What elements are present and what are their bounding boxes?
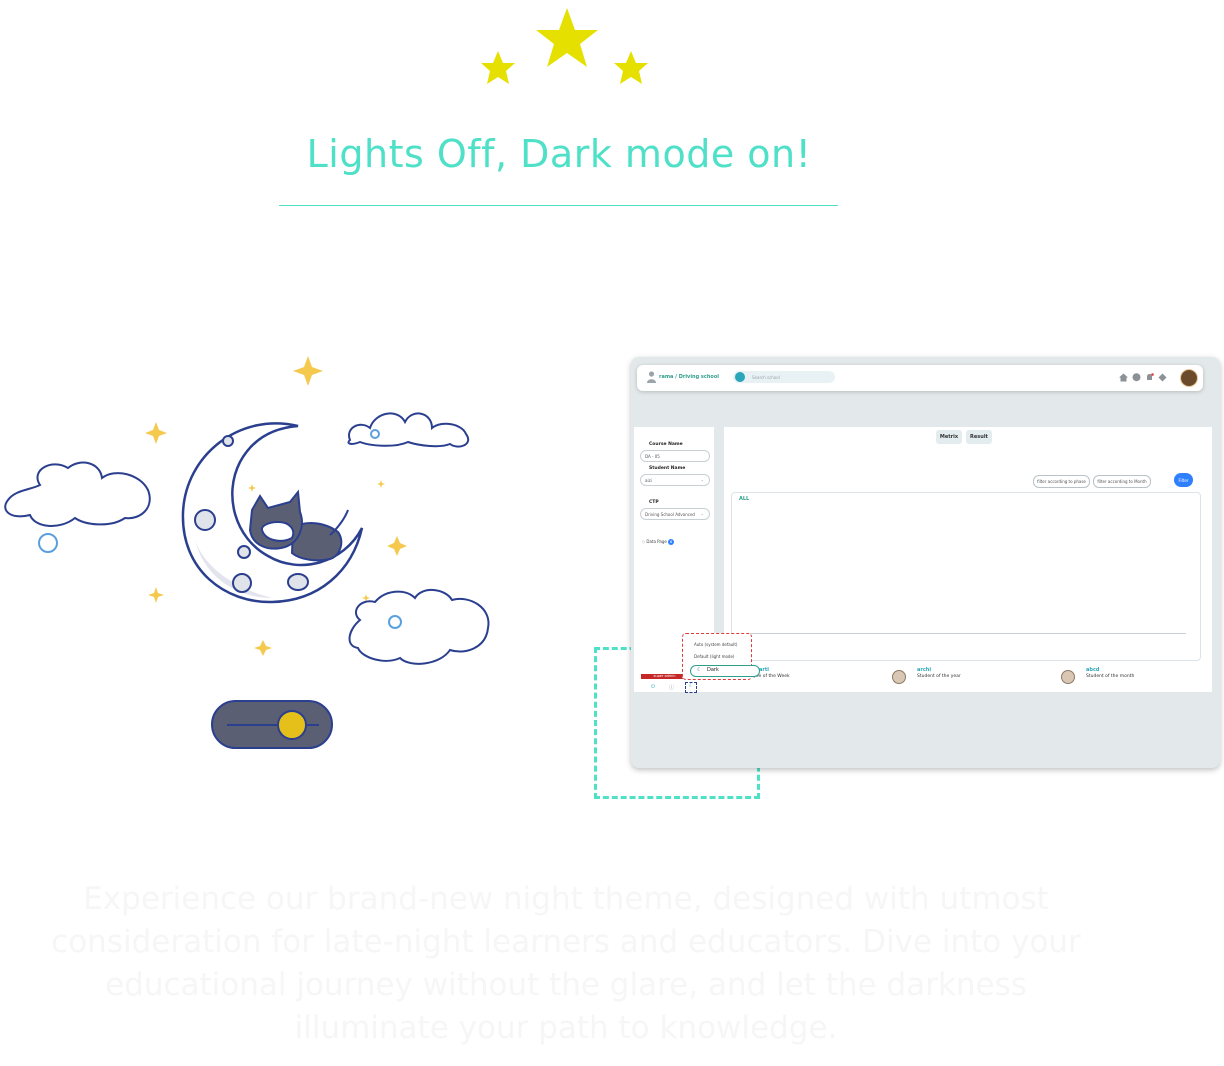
chart-axis: [738, 633, 1186, 634]
power-icon[interactable]: ⏻: [651, 684, 655, 690]
award-title: Student of the year: [917, 674, 961, 679]
ctp-label: CTP: [649, 500, 659, 505]
award-name: arti: [759, 667, 769, 673]
search-bar[interactable]: Search school: [733, 371, 835, 383]
filter-phase-select[interactable]: filter according to phase: [1033, 475, 1090, 488]
filter-month-select[interactable]: filter according to Month: [1093, 475, 1151, 488]
tab-metrix[interactable]: Metrix: [936, 430, 962, 444]
theme-option-dark[interactable]: ☾ Dark: [690, 665, 760, 677]
student-name-select[interactable]: aizi ⌄: [640, 474, 710, 486]
toggle-knob[interactable]: [277, 710, 307, 740]
stars-decoration: [481, 8, 648, 84]
award-name: archi: [917, 667, 932, 673]
ctp-select[interactable]: Driving School Advanced ⌄: [640, 508, 710, 520]
breadcrumb[interactable]: rama / Driving school: [659, 374, 719, 380]
user-icon: [647, 371, 656, 383]
filter-button[interactable]: Filter: [1174, 473, 1193, 487]
data-page-badge: 6: [668, 539, 675, 545]
main-panel: Metrix Result filter according to phase …: [724, 427, 1212, 692]
diamond-icon[interactable]: [1158, 373, 1167, 382]
sleeping-wolf-icon: [248, 489, 349, 562]
bell-icon[interactable]: [1145, 373, 1154, 382]
star-icon: [536, 8, 598, 67]
course-name-field[interactable]: DA - 05: [640, 450, 710, 462]
moon-illustration: [4, 356, 490, 665]
chevron-down-icon: ⌄: [700, 477, 704, 482]
moon-icon: ☾: [697, 667, 702, 673]
avatar[interactable]: [1180, 369, 1198, 387]
avatar: [892, 670, 906, 684]
app-window: rama / Driving school Search school Cour…: [631, 357, 1220, 768]
chart-label: ALL: [739, 496, 750, 502]
course-name-label: Course Name: [649, 442, 683, 447]
page-title: Lights Off, Dark mode on!: [306, 132, 812, 176]
theme-icon[interactable]: ☾: [685, 682, 697, 693]
data-page-label: Data Page: [646, 539, 667, 544]
star-icon: [481, 51, 515, 84]
home-icon[interactable]: [1119, 373, 1128, 382]
student-name-label: Student Name: [649, 466, 686, 471]
app-header: rama / Driving school Search school: [637, 365, 1203, 391]
dark-mode-toggle[interactable]: [211, 700, 333, 749]
award-title: Student of the month: [1086, 674, 1135, 679]
avatar: [1061, 670, 1075, 684]
tab-result[interactable]: Result: [966, 430, 992, 444]
description-text: Experience our brand-new night theme, de…: [51, 881, 1081, 1046]
award-name: abcd: [1086, 667, 1100, 673]
star-icon: [614, 51, 648, 84]
chat-icon[interactable]: [1132, 373, 1141, 382]
chart-card: ALL: [731, 492, 1201, 661]
title-divider: [279, 205, 838, 206]
theme-option-light[interactable]: Default (light mode): [694, 654, 735, 659]
super-admin-badge: super admin: [641, 674, 688, 679]
search-input[interactable]: Search school: [752, 375, 780, 380]
theme-option-auto[interactable]: Auto (system default): [694, 642, 738, 647]
search-icon: [735, 372, 745, 382]
data-page-item[interactable]: ◇ Data Page 6: [642, 539, 675, 545]
chevron-down-icon: ⌄: [700, 511, 704, 516]
info-icon[interactable]: ⓘ: [669, 684, 674, 691]
